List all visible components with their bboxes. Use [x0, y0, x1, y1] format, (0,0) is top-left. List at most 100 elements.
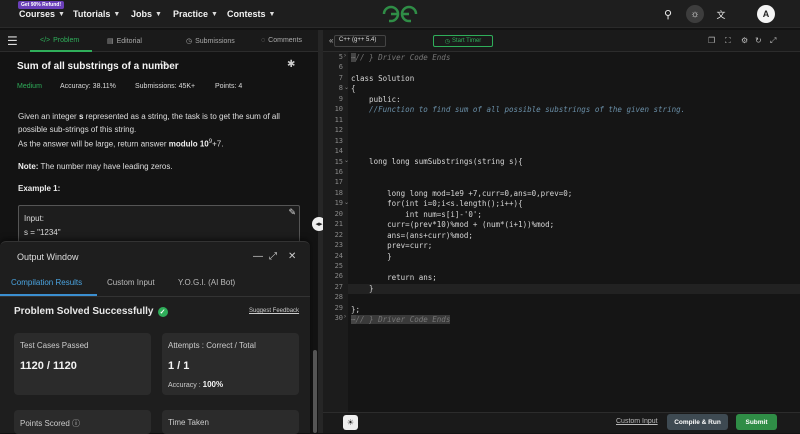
nav-contests[interactable]: Contests ▼ — [227, 9, 275, 19]
line-number: 15 — [334, 157, 343, 166]
line-number: 9 — [338, 94, 343, 103]
code-line-19: for(int i=0;i<s.length();i++){ — [351, 199, 523, 208]
start-timer-button[interactable]: ◷ Start Timer — [433, 35, 493, 47]
line-number: 5 — [338, 53, 343, 61]
line-number: 27 — [334, 282, 343, 291]
code-line-15: long long sumSubstrings(string s){ — [351, 157, 523, 166]
gfg-logo[interactable] — [380, 3, 420, 25]
submit-button[interactable]: Submit — [736, 414, 777, 430]
code-line-22: ans=(ans+curr)%mod; — [351, 231, 473, 240]
line-number: 14 — [334, 147, 343, 156]
reset-icon[interactable]: ↻ — [755, 36, 762, 45]
code-line-23: prev=curr; — [351, 241, 433, 250]
bug-report-icon[interactable]: ✱ — [287, 59, 295, 70]
magic-wand-icon[interactable]: ✎ — [288, 207, 296, 218]
chevron-down-icon: ▼ — [211, 10, 218, 18]
problem-description: Given an integer s represented as a stri… — [18, 112, 280, 149]
line-number: 23 — [334, 241, 343, 250]
document-icon: ▤ — [107, 38, 114, 45]
top-navbar: Get 90% Refund! Courses ▼ Tutorials ▼ Jobs… — [0, 0, 800, 28]
translate-icon[interactable]: 文 — [713, 6, 729, 22]
problem-title: Sum of all substrings of a number — [17, 61, 179, 72]
tab-comments[interactable]: ◌ Comments — [261, 37, 302, 44]
nav-practice[interactable]: Practice ▼ — [173, 9, 218, 19]
close-icon[interactable]: ✕ — [288, 251, 296, 262]
folded-marker: ⋯ — [351, 315, 356, 324]
line-number: 26 — [334, 272, 343, 281]
code-line-9: public: — [351, 95, 401, 104]
menu-icon[interactable]: ☰ — [7, 34, 18, 48]
line-number: 8 — [338, 84, 343, 93]
editor-bottom-bar — [323, 412, 800, 433]
scrollbar[interactable] — [313, 350, 317, 433]
info-icon[interactable]: ⓘ — [72, 419, 80, 428]
divider — [0, 296, 310, 297]
comment-icon: ◌ — [261, 37, 266, 44]
line-number: 25 — [334, 262, 343, 270]
nav-tutorials[interactable]: Tutorials ▼ — [73, 9, 120, 19]
result-status: Problem Solved Successfully ✓ — [14, 306, 168, 317]
chevron-left-icon[interactable]: « — [329, 36, 333, 45]
clock-icon: ◷ — [186, 38, 193, 45]
line-number: 6 — [338, 63, 343, 72]
fold-icon[interactable]: ⌄ — [344, 84, 349, 91]
problem-note: Note: The number may have leading zeros. — [18, 162, 173, 171]
fold-icon[interactable]: › — [344, 314, 346, 320]
input-label: Input: — [24, 214, 45, 223]
tab-compilation-results[interactable]: Compilation Results — [11, 278, 82, 287]
fold-icon[interactable]: ⌄ — [344, 157, 349, 164]
line-number: 11 — [334, 115, 343, 124]
fold-icon[interactable]: ⌄ — [344, 199, 349, 206]
line-number: 30 — [334, 314, 343, 323]
fullscreen-icon[interactable]: ⛶ — [725, 36, 731, 46]
avatar[interactable]: A — [757, 5, 775, 23]
settings-icon[interactable]: ⚙ — [741, 36, 748, 45]
expand-icon[interactable]: ⤢ — [269, 251, 277, 262]
code-line-30: ⋯// } Driver Code Ends — [351, 315, 451, 324]
chevron-down-icon: ▼ — [58, 10, 65, 18]
chevron-down-icon: ▼ — [268, 10, 276, 18]
line-number: 10 — [334, 105, 343, 114]
lightbulb-icon[interactable]: ☀ — [343, 415, 358, 430]
suggest-feedback-link[interactable]: Suggest Feedback — [249, 308, 299, 314]
nav-jobs[interactable]: Jobs ▼ — [131, 9, 162, 19]
minimize-icon[interactable]: — — [253, 251, 263, 262]
code-line-27: } — [351, 284, 374, 293]
fold-icon[interactable]: › — [344, 53, 346, 59]
search-icon[interactable]: ⚲ — [660, 6, 676, 22]
line-number: 18 — [334, 188, 343, 197]
copy-icon[interactable]: ❐ — [708, 36, 715, 45]
custom-input-link[interactable]: Custom Input — [616, 418, 658, 425]
language-select[interactable]: C++ (g++ 5.4) — [334, 35, 386, 47]
theme-toggle-icon[interactable]: ☼ — [686, 5, 704, 23]
refund-badge[interactable]: Get 90% Refund! — [18, 1, 65, 9]
output-window: Output Window — ⤢ ✕ Compilation Results … — [0, 241, 310, 434]
active-tab-indicator — [30, 50, 92, 52]
compile-run-button[interactable]: Compile & Run — [667, 414, 728, 430]
code-line-8: { — [351, 84, 356, 93]
expand-icon[interactable]: ⤢ — [770, 36, 776, 46]
output-window-title: Output Window — [17, 252, 79, 262]
chevron-down-icon: ▼ — [113, 10, 121, 18]
line-number: 16 — [334, 167, 343, 176]
code-icon: </> — [40, 37, 51, 44]
tab-yogi-ai-bot[interactable]: Y.O.G.I. (AI Bot) — [178, 278, 235, 287]
tab-submissions[interactable]: ◷ Submissions — [186, 37, 235, 46]
accuracy-stat: Accuracy: 38.11% — [60, 83, 116, 90]
tab-problem[interactable]: </> Problem — [40, 37, 79, 44]
attempts-card: Attempts : Correct / Total 1 / 1 Accurac… — [162, 333, 299, 395]
code-line-24: } — [351, 252, 392, 261]
line-number: 28 — [334, 293, 343, 302]
time-card: Time Taken — [162, 410, 299, 434]
code-line-10: //Function to find sum of all possible s… — [351, 105, 686, 114]
line-number: 19 — [334, 199, 343, 208]
line-number: 7 — [338, 73, 343, 82]
tab-custom-input[interactable]: Custom Input — [107, 278, 155, 287]
tab-editorial[interactable]: ▤ Editorial — [107, 37, 142, 46]
line-number: 29 — [334, 303, 343, 312]
input-value: s = "1234" — [24, 228, 61, 237]
example-heading: Example 1: — [18, 184, 61, 193]
nav-courses[interactable]: Courses ▼ — [19, 9, 65, 19]
bookmark-icon[interactable]: ⚐ — [159, 60, 168, 71]
problem-tabs: ☰ </> Problem ▤ Editorial ◷ Submissions ◌ Co… — [0, 30, 318, 52]
